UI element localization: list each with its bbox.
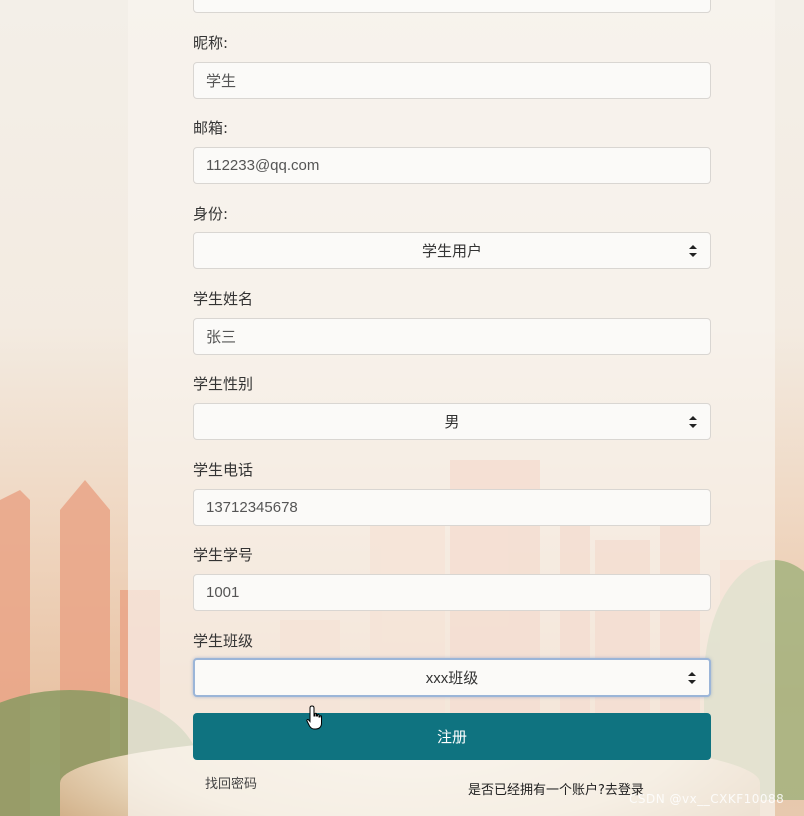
student-id-value: 1001 bbox=[206, 584, 240, 601]
select-caret-icon bbox=[688, 671, 696, 684]
email-input[interactable]: 112233@qq.com bbox=[193, 147, 711, 184]
student-phone-label: 学生电话 bbox=[193, 461, 254, 479]
watermark: CSDN @vx__CXKF10088 bbox=[629, 792, 785, 806]
identity-select[interactable]: 学生用户 bbox=[193, 232, 711, 269]
student-class-label: 学生班级 bbox=[193, 632, 254, 650]
select-caret-icon bbox=[689, 244, 697, 257]
student-name-label: 学生姓名 bbox=[193, 290, 254, 308]
student-phone-value: 13712345678 bbox=[206, 499, 298, 516]
student-gender-select[interactable]: 男 bbox=[193, 403, 711, 440]
student-id-input[interactable]: 1001 bbox=[193, 574, 711, 611]
student-name-value: 张三 bbox=[206, 329, 237, 346]
select-caret-icon bbox=[689, 415, 697, 428]
identity-label: 身份: bbox=[193, 205, 229, 223]
student-phone-input[interactable]: 13712345678 bbox=[193, 489, 711, 526]
email-value: 112233@qq.com bbox=[206, 157, 320, 174]
identity-selected: 学生用户 bbox=[421, 243, 482, 260]
nickname-value: 学生 bbox=[206, 73, 237, 90]
hand-pointer-cursor-icon bbox=[306, 705, 322, 730]
nickname-label: 昵称: bbox=[193, 34, 229, 52]
nickname-input[interactable]: 学生 bbox=[193, 62, 711, 99]
forgot-password-link[interactable]: 找回密码 bbox=[205, 773, 257, 792]
student-name-input[interactable]: 张三 bbox=[193, 318, 711, 355]
student-gender-selected: 男 bbox=[444, 414, 460, 431]
go-login-link[interactable]: 是否已经拥有一个账户?去登录 bbox=[468, 779, 644, 798]
email-label: 邮箱: bbox=[193, 119, 229, 137]
student-gender-label: 学生性别 bbox=[193, 375, 254, 393]
register-button[interactable]: 注册 bbox=[193, 713, 711, 760]
student-id-label: 学生学号 bbox=[193, 546, 254, 564]
student-class-select[interactable]: xxx班级 bbox=[193, 658, 711, 697]
previous-input-partial[interactable] bbox=[193, 0, 711, 13]
student-class-selected: xxx班级 bbox=[425, 670, 479, 687]
